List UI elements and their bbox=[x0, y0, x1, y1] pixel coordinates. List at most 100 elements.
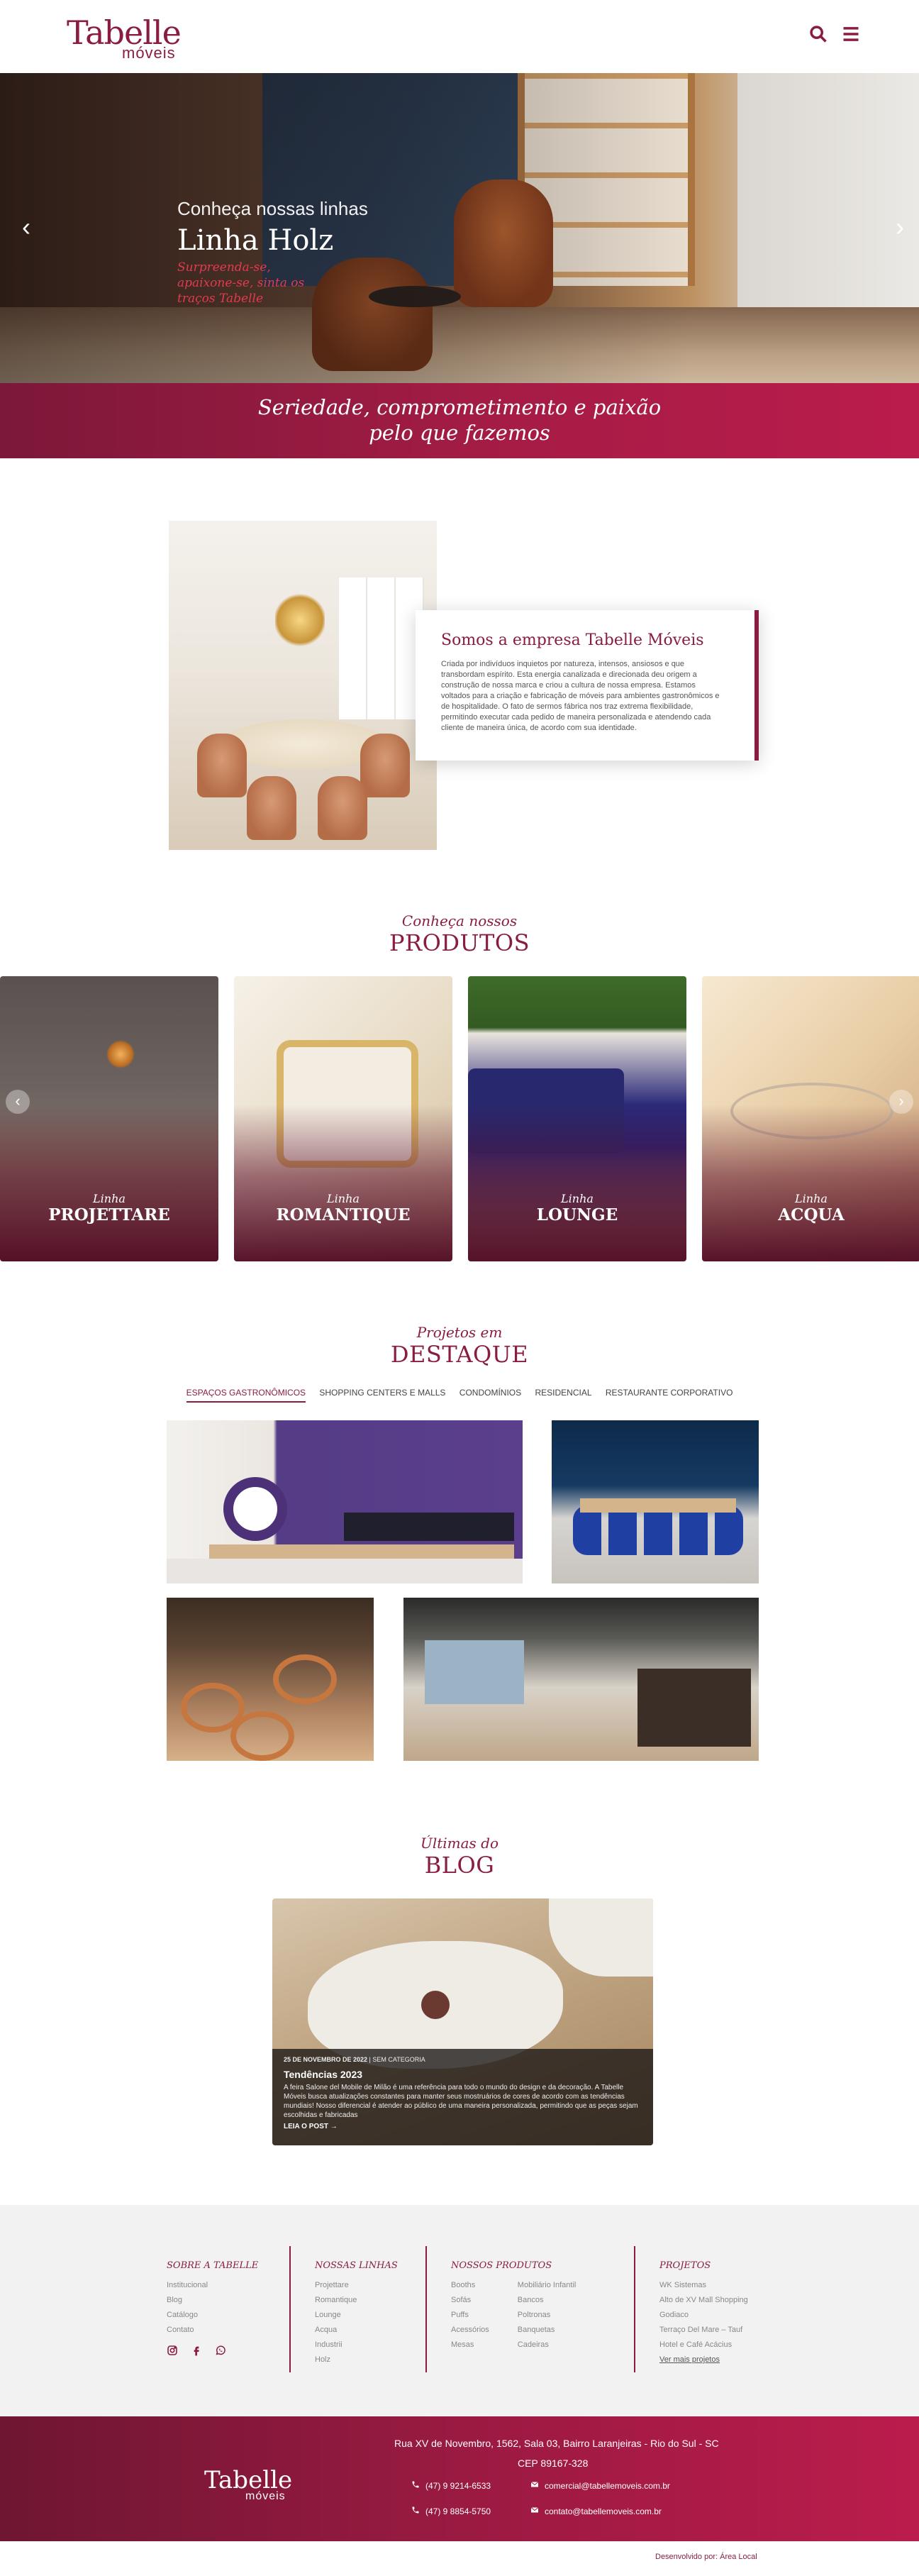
footer-link[interactable]: Romantique bbox=[315, 2293, 398, 2308]
email-address: comercial@tabellemoveis.com.br bbox=[545, 2480, 670, 2491]
about-title: Somos a empresa Tabelle Móveis bbox=[441, 631, 704, 649]
footer-link[interactable]: Acqua bbox=[315, 2323, 398, 2338]
products-prev-arrow[interactable]: ‹ bbox=[6, 1090, 30, 1114]
tab-residencial[interactable]: RESIDENCIAL bbox=[535, 1388, 591, 1401]
footer-link[interactable]: Blog bbox=[167, 2293, 258, 2308]
footer-link[interactable]: Mesas bbox=[451, 2338, 489, 2353]
product-name: LOUNGE bbox=[536, 1205, 618, 1225]
about-image-lamp bbox=[275, 592, 325, 648]
product-card-lounge[interactable]: Linha LOUNGE bbox=[468, 976, 686, 1261]
hero-next-arrow[interactable]: › bbox=[889, 213, 910, 241]
blog-post-excerpt: A feira Salone del Mobile de Milão é uma… bbox=[284, 2084, 638, 2119]
footer-divider bbox=[634, 2246, 635, 2372]
footer-link[interactable]: Booths bbox=[451, 2278, 489, 2293]
hero-text: Conheça nossas linhas Linha Holz Surpree… bbox=[177, 198, 368, 306]
tab-shopping-centers[interactable]: SHOPPING CENTERS E MALLS bbox=[319, 1388, 445, 1401]
project-image-2[interactable] bbox=[552, 1420, 759, 1583]
product-label: Linha PROJETTARE bbox=[0, 1192, 218, 1225]
footer-link[interactable]: Bancos bbox=[518, 2293, 577, 2308]
footer-link[interactable]: Poltronas bbox=[518, 2308, 577, 2323]
footer-produtos-list-2: Mobiliário Infantil Bancos Poltronas Ban… bbox=[518, 2278, 577, 2353]
blog-heading: Últimas do BLOG bbox=[0, 1835, 919, 1879]
phone-contact-1[interactable]: (47) 9 9214-6533 bbox=[411, 2480, 491, 2491]
email-contact-2[interactable]: contato@tabellemoveis.com.br bbox=[530, 2506, 662, 2516]
footer-link[interactable]: Puffs bbox=[451, 2308, 489, 2323]
hero-title: Linha Holz bbox=[177, 224, 334, 257]
hero-pretitle: Conheça nossas linhas bbox=[177, 198, 368, 219]
footer-link[interactable]: Institucional bbox=[167, 2278, 258, 2293]
product-name: ROMANTIQUE bbox=[276, 1205, 411, 1225]
footer-link[interactable]: Hotel e Café Acácius bbox=[659, 2338, 748, 2353]
footer-link[interactable]: Lounge bbox=[315, 2308, 398, 2323]
blog-post-overlay: 25 DE NOVEMBRO DE 2022 | SEM CATEGORIA T… bbox=[272, 2049, 653, 2145]
footer-link[interactable]: WK Sistemas bbox=[659, 2278, 748, 2293]
more-projects-link[interactable]: Ver mais projetos bbox=[659, 2353, 748, 2367]
email-contact-1[interactable]: comercial@tabellemoveis.com.br bbox=[530, 2480, 670, 2491]
blog-image-pillow bbox=[549, 1898, 653, 1977]
footer-link[interactable]: Catálogo bbox=[167, 2308, 258, 2323]
about-body: Criada por indivíduos inquietos por natu… bbox=[441, 660, 720, 732]
footer-link[interactable]: Godiaco bbox=[659, 2308, 748, 2323]
footer-link[interactable]: Alto de XV Mall Shopping bbox=[659, 2293, 748, 2308]
footer-link[interactable]: Sofás bbox=[451, 2293, 489, 2308]
footer-link[interactable]: Terraço Del Mare – Tauf bbox=[659, 2323, 748, 2338]
footer-contact-bar: Tabelle móveis Rua XV de Novembro, 1562,… bbox=[0, 2416, 919, 2541]
product-label: Linha ROMANTIQUE bbox=[234, 1192, 452, 1225]
project-image-bench bbox=[344, 1513, 514, 1541]
footer-col-produtos: NOSSOS PRODUTOS Booths Sofás Puffs Acess… bbox=[451, 2260, 576, 2353]
hero-subtitle: Surpreenda-se, apaixone-se, sinta os tra… bbox=[177, 260, 305, 306]
hero-overlay bbox=[0, 73, 919, 383]
instagram-icon[interactable] bbox=[167, 2345, 178, 2359]
products-pretitle: Conheça nossos bbox=[401, 912, 518, 929]
footer-link[interactable]: Projettare bbox=[315, 2278, 398, 2293]
logo[interactable]: Tabelle móveis bbox=[67, 16, 194, 62]
footer-link[interactable]: Contato bbox=[167, 2323, 258, 2338]
project-image-chairs bbox=[573, 1505, 743, 1555]
footer-link[interactable]: Banquetas bbox=[518, 2323, 577, 2338]
footer-link[interactable]: Mobiliário Infantil bbox=[518, 2278, 577, 2293]
product-label: Linha ACQUA bbox=[702, 1192, 919, 1225]
footer-divider bbox=[289, 2246, 291, 2372]
product-pretitle: Linha bbox=[93, 1192, 126, 1205]
tab-restaurante-corporativo[interactable]: RESTAURANTE CORPORATIVO bbox=[606, 1388, 733, 1401]
read-post-link[interactable]: LEIA O POST → bbox=[284, 2123, 642, 2130]
footer-divider bbox=[425, 2246, 427, 2372]
footer-link[interactable]: Cadeiras bbox=[518, 2338, 577, 2353]
tagline-band: Seriedade, comprometimento e paixão pelo… bbox=[0, 383, 919, 458]
project-image-1[interactable] bbox=[167, 1420, 523, 1583]
menu-icon[interactable] bbox=[841, 24, 862, 45]
facebook-icon[interactable] bbox=[191, 2345, 202, 2359]
footer-link[interactable]: Industrii bbox=[315, 2338, 398, 2353]
blog-post-title[interactable]: Tendências 2023 bbox=[284, 2069, 642, 2080]
products-next-arrow[interactable]: › bbox=[889, 1090, 913, 1114]
search-icon[interactable] bbox=[808, 24, 830, 45]
project-image-4[interactable] bbox=[403, 1598, 759, 1761]
footer-link[interactable]: Acessórios bbox=[451, 2323, 489, 2338]
product-name: ACQUA bbox=[778, 1205, 845, 1225]
product-card-projettare[interactable]: Linha PROJETTARE bbox=[0, 976, 218, 1261]
product-card-acqua[interactable]: Linha ACQUA bbox=[702, 976, 919, 1261]
products-title: PRODUTOS bbox=[389, 929, 530, 956]
tagline-line-2: pelo que fazemos bbox=[369, 421, 550, 445]
blog-post-card[interactable]: 25 DE NOVEMBRO DE 2022 | SEM CATEGORIA T… bbox=[272, 1898, 653, 2145]
whatsapp-icon[interactable] bbox=[215, 2345, 226, 2359]
blog-title: BLOG bbox=[424, 1852, 495, 1879]
product-card-romantique[interactable]: Linha ROMANTIQUE bbox=[234, 976, 452, 1261]
blog-post-category[interactable]: SEM CATEGORIA bbox=[372, 2056, 425, 2063]
social-links bbox=[167, 2345, 258, 2359]
tab-condominios[interactable]: CONDOMÍNIOS bbox=[460, 1388, 521, 1401]
project-image-3[interactable] bbox=[167, 1598, 374, 1761]
footer-link[interactable]: Holz bbox=[315, 2353, 398, 2367]
projects-tabs: ESPAÇOS GASTRONÔMICOS SHOPPING CENTERS E… bbox=[0, 1388, 919, 1403]
tab-espacos-gastronomicos[interactable]: ESPAÇOS GASTRONÔMICOS bbox=[186, 1388, 306, 1403]
about-image bbox=[169, 521, 437, 850]
logo-sub-text: móveis bbox=[122, 44, 176, 62]
about-image-chair bbox=[247, 776, 296, 840]
product-pretitle: Linha bbox=[561, 1192, 594, 1205]
blog-image-flower bbox=[421, 1991, 450, 2019]
developer-credit[interactable]: Desenvolvido por: Área Local bbox=[655, 2553, 757, 2561]
site-header: Tabelle móveis bbox=[0, 0, 919, 73]
hero-prev-arrow[interactable]: ‹ bbox=[16, 213, 37, 241]
phone-contact-2[interactable]: (47) 9 8854-5750 bbox=[411, 2506, 491, 2516]
project-image-tables bbox=[209, 1544, 514, 1559]
